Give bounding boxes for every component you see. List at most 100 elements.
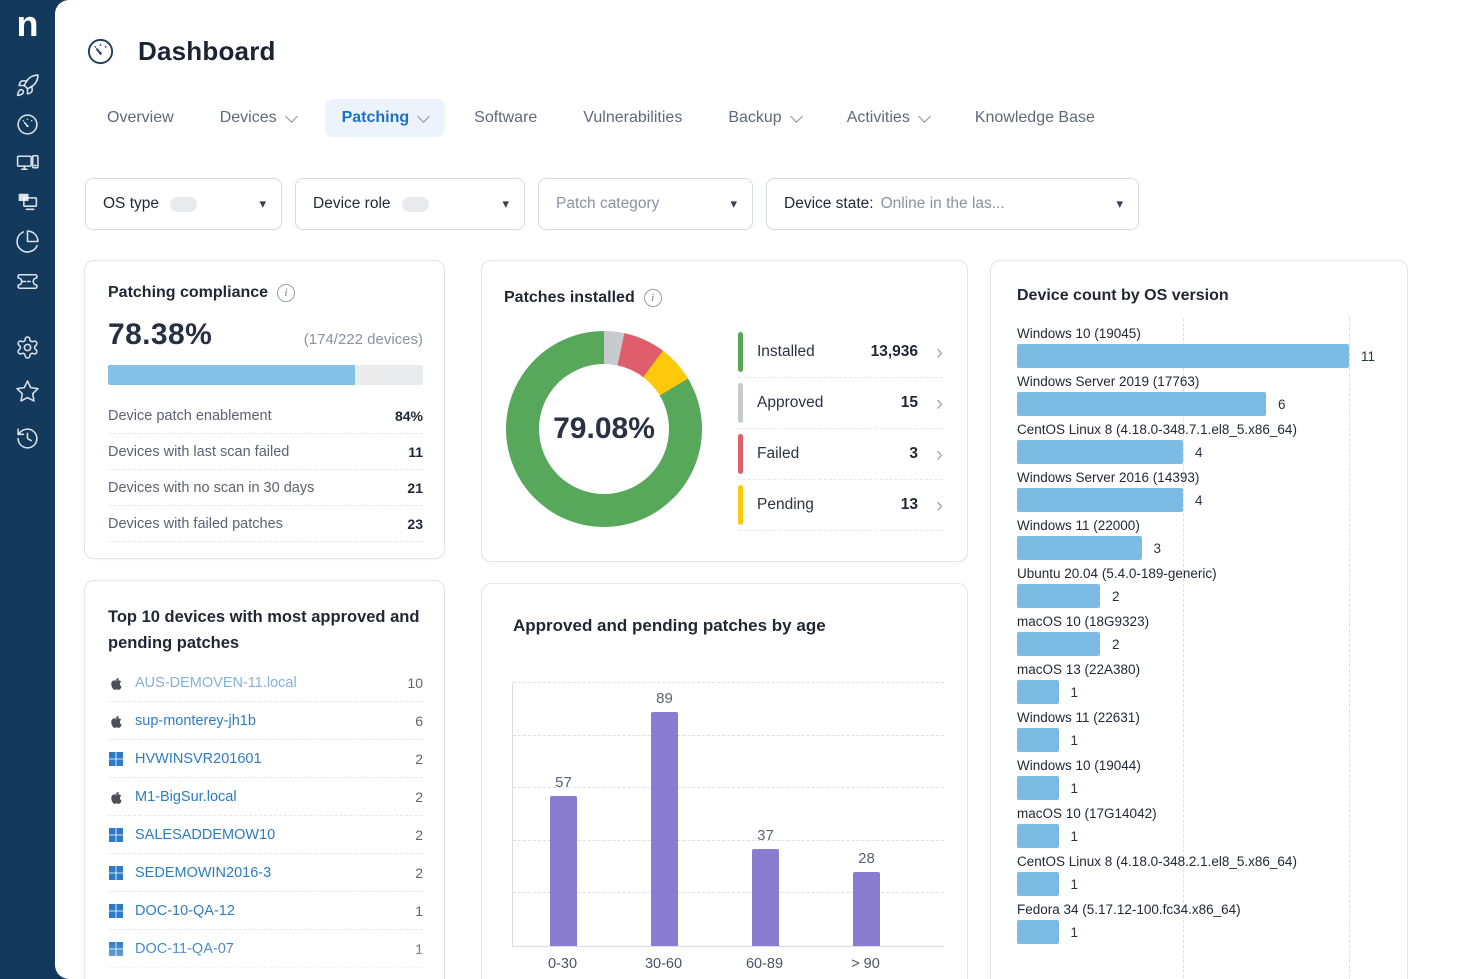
remote-screens-icon-active[interactable] (15, 189, 40, 214)
settings-gear-icon[interactable] (15, 335, 40, 360)
os-count-bar[interactable] (1017, 584, 1100, 608)
device-name-link[interactable]: M1-BigSur.local (135, 789, 404, 805)
legend-color-bar (738, 383, 743, 423)
os-version-label: Windows Server 2019 (17763) (1017, 374, 1200, 389)
os-count-bar[interactable] (1017, 344, 1349, 368)
device-name-link[interactable]: DOC-10-QA-12 (135, 903, 404, 919)
stat-value: 21 (407, 479, 423, 496)
device-row[interactable]: SEDEMONMS 1 (108, 968, 423, 979)
filter-label: OS type (103, 195, 159, 212)
tab[interactable]: Vulnerabilities (566, 99, 699, 137)
compliance-stat-row[interactable]: Device patch enablement 84% (108, 398, 423, 434)
os-version-label: Windows Server 2016 (14393) (1017, 470, 1200, 485)
device-name-link[interactable]: HVWINSVR201601 (135, 751, 404, 767)
chevron-down-icon (789, 109, 803, 123)
tab-label: Devices (219, 109, 277, 126)
legend-row[interactable]: Installed 13,936 (738, 327, 943, 378)
bar-value-label: 28 (858, 850, 875, 868)
legend-row[interactable]: Approved 15 (738, 378, 943, 429)
os-count-bar[interactable] (1017, 680, 1059, 704)
device-row[interactable]: SALESADDEMOW10 2 (108, 816, 423, 855)
tab[interactable]: Patching (324, 99, 446, 137)
age-bar[interactable] (651, 711, 678, 946)
device-name-link[interactable]: DOC-11-QA-07 (135, 941, 404, 957)
device-name-link[interactable]: SALESADDEMOW10 (135, 827, 404, 843)
legend-row[interactable]: Pending 13 (738, 480, 943, 531)
age-bar[interactable] (752, 848, 779, 946)
device-row[interactable]: M1-BigSur.local 2 (108, 778, 423, 817)
legend-value: 15 (900, 394, 918, 411)
count-badge (401, 196, 429, 212)
os-count-value: 1 (1070, 924, 1079, 940)
os-count-value: 3 (1153, 540, 1162, 556)
os-count-value: 1 (1070, 684, 1079, 700)
os-count-bar[interactable] (1017, 920, 1059, 944)
device-row[interactable]: DOC-11-QA-07 1 (108, 930, 423, 969)
compliance-stat-row[interactable]: Devices with last scan failed 11 (108, 434, 423, 470)
windows-icon (109, 903, 123, 918)
legend-row[interactable]: Failed 3 (738, 429, 943, 480)
info-icon[interactable] (643, 289, 662, 307)
device-name-link[interactable]: sup-monterey-jh1b (135, 713, 404, 729)
os-icon (108, 751, 124, 767)
favorites-star-icon[interactable] (15, 379, 40, 404)
os-count-bar[interactable] (1017, 824, 1059, 848)
device-row[interactable]: DOC-10-QA-12 1 (108, 892, 423, 931)
tab-label: Software (474, 109, 538, 126)
os-version-row: CentOS Linux 8 (4.18.0-348.2.1.el8_5.x86… (1017, 854, 1407, 896)
apple-icon (111, 791, 122, 804)
os-count-bar[interactable] (1017, 440, 1183, 464)
os-count-bar[interactable] (1017, 728, 1059, 752)
filter-dropdown[interactable]: Patch category (538, 178, 753, 230)
device-row[interactable]: SEDEMOWIN2016-3 2 (108, 854, 423, 893)
ninja-logo[interactable]: n (0, 6, 55, 42)
dashboard-gauge-icon[interactable] (15, 112, 40, 137)
os-count-bar[interactable] (1017, 392, 1266, 416)
devices-icon[interactable] (15, 150, 40, 175)
os-count-bar[interactable] (1017, 536, 1142, 560)
age-bar[interactable] (853, 872, 880, 946)
tab[interactable]: Backup (711, 99, 817, 137)
device-row[interactable]: sup-monterey-jh1b 6 (108, 702, 423, 741)
getting-started-rocket-icon[interactable] (15, 73, 40, 98)
caret-down-icon (259, 196, 266, 212)
filter-label: Device state: (784, 195, 874, 212)
os-count-bar[interactable] (1017, 872, 1059, 896)
tab[interactable]: Activities (830, 99, 946, 137)
age-bucket-column: 57 (513, 683, 614, 946)
age-bar[interactable] (550, 796, 577, 946)
reports-pie-chart-icon[interactable] (15, 229, 40, 254)
x-axis-tick-label: 60-89 (745, 956, 784, 972)
os-count-value: 4 (1195, 444, 1203, 460)
filter-dropdown[interactable]: OS type (85, 178, 282, 230)
tab-label: Vulnerabilities (583, 109, 683, 126)
tab[interactable]: Devices (203, 99, 313, 137)
device-row[interactable]: AUS-DEMOVEN-11.local 10 (108, 664, 423, 703)
legend-value: 3 (909, 445, 918, 462)
history-icon[interactable] (15, 426, 40, 451)
bar-value-label: 89 (656, 689, 673, 707)
os-version-label: Windows 11 (22631) (1017, 710, 1140, 725)
stat-value: 84% (394, 407, 423, 424)
windows-icon (109, 827, 123, 842)
info-icon[interactable] (277, 284, 296, 302)
x-axis-tick-label: 30-60 (644, 956, 683, 972)
compliance-stat-row[interactable]: Devices with failed patches 23 (108, 506, 423, 542)
patches-donut-chart[interactable]: 79.08% (506, 331, 702, 527)
card-title: Patching compliance (108, 284, 423, 302)
os-count-bar[interactable] (1017, 632, 1100, 656)
tab[interactable]: Knowledge Base (958, 99, 1112, 137)
tab-label: Knowledge Base (974, 109, 1095, 126)
device-name-link[interactable]: SEDEMOWIN2016-3 (135, 865, 404, 881)
ticketing-icon[interactable] (15, 269, 40, 294)
os-version-row: Windows Server 2016 (14393) 4 (1017, 470, 1407, 512)
device-name-link[interactable]: AUS-DEMOVEN-11.local (135, 675, 396, 691)
tab[interactable]: Software (457, 99, 554, 137)
filter-dropdown[interactable]: Device state: Online in the las... (766, 178, 1139, 230)
compliance-stat-row[interactable]: Devices with no scan in 30 days 21 (108, 470, 423, 506)
tab[interactable]: Overview (90, 99, 191, 137)
filter-dropdown[interactable]: Device role (295, 178, 525, 230)
device-row[interactable]: HVWINSVR201601 2 (108, 740, 423, 779)
os-count-bar[interactable] (1017, 488, 1183, 512)
os-count-bar[interactable] (1017, 776, 1059, 800)
